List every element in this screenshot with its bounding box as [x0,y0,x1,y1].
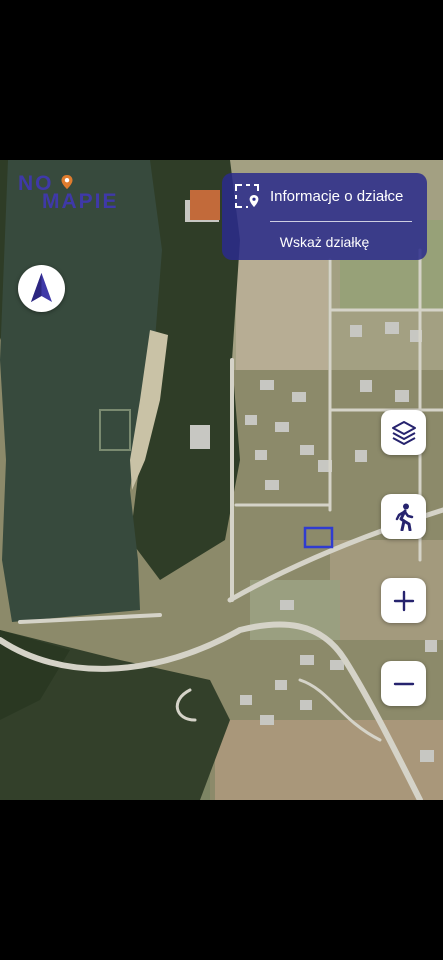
walk-mode-button[interactable] [381,494,426,539]
zoom-out-button[interactable] [381,661,426,706]
app-logo: NO MAPIE [18,170,128,216]
point-parcel-button[interactable]: Wskaż działkę [222,223,427,260]
north-arrow-icon [31,273,52,302]
top-black-bar [0,0,443,160]
parcel-frame-pin-icon [235,184,259,208]
layers-button[interactable] [381,410,426,455]
layers-icon [391,420,416,445]
bottom-black-bar [0,800,443,960]
logo-text-mapie: MAPIE [42,190,119,213]
plus-icon [393,590,414,611]
screen: NO MAPIE Informacje o działce Wskaż dzia… [0,0,443,960]
walking-person-icon [395,503,413,531]
point-parcel-label: Wskaż działkę [279,233,370,250]
panel-divider [270,221,412,222]
parcel-info-panel: Informacje o działce Wskaż działkę [222,173,427,260]
minus-icon [393,682,414,685]
zoom-in-button[interactable] [381,578,426,623]
parcel-info-button[interactable]: Informacje o działce [222,173,427,219]
compass-button[interactable] [18,265,65,312]
parcel-info-label: Informacje o działce [270,187,404,205]
logo-pin-icon [61,175,73,189]
